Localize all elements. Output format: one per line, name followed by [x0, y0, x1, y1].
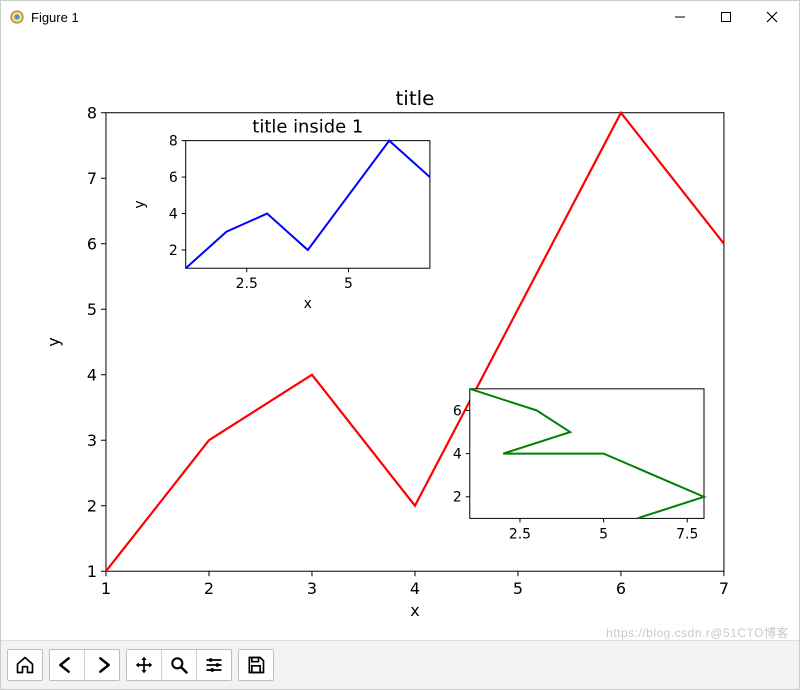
- svg-text:6: 6: [87, 234, 97, 253]
- forward-button[interactable]: [85, 650, 119, 680]
- svg-text:5: 5: [599, 526, 608, 542]
- window-icon: [9, 9, 25, 25]
- svg-text:4: 4: [169, 206, 178, 222]
- configure-subplots-button[interactable]: [197, 650, 231, 680]
- minimize-button[interactable]: [657, 1, 703, 33]
- svg-text:title inside 1: title inside 1: [252, 117, 363, 138]
- svg-text:8: 8: [169, 134, 178, 150]
- svg-text:7.5: 7.5: [676, 526, 698, 542]
- app-window: Figure 1 1 2 3 4 5 6 7 1 2 3 4 5 6 7 8 x y title 2.5 5 2 4 6 8 x…: [0, 0, 800, 690]
- window-title: Figure 1: [31, 10, 79, 25]
- svg-text:4: 4: [87, 365, 97, 384]
- svg-text:4: 4: [410, 579, 420, 598]
- svg-text:6: 6: [169, 170, 178, 186]
- svg-text:6: 6: [616, 579, 626, 598]
- save-button[interactable]: [239, 650, 273, 680]
- svg-text:5: 5: [87, 300, 97, 319]
- pan-button[interactable]: [127, 650, 162, 680]
- svg-text:2: 2: [204, 579, 214, 598]
- svg-text:2: 2: [169, 243, 178, 259]
- svg-text:2.5: 2.5: [236, 276, 258, 292]
- svg-text:2: 2: [87, 496, 97, 515]
- svg-text:3: 3: [307, 579, 317, 598]
- window-titlebar: Figure 1: [1, 1, 799, 33]
- svg-text:7: 7: [87, 169, 97, 188]
- window-controls: [657, 1, 795, 33]
- svg-text:1: 1: [87, 562, 97, 581]
- svg-text:5: 5: [344, 276, 353, 292]
- svg-text:y: y: [132, 200, 148, 208]
- svg-text:y: y: [44, 337, 63, 346]
- svg-text:2: 2: [453, 490, 462, 506]
- svg-text:x: x: [304, 296, 312, 312]
- matplotlib-toolbar: [1, 640, 799, 689]
- maximize-button[interactable]: [703, 1, 749, 33]
- svg-text:6: 6: [453, 403, 462, 419]
- home-button[interactable]: [8, 650, 42, 680]
- svg-text:2.5: 2.5: [509, 526, 531, 542]
- zoom-button[interactable]: [162, 650, 197, 680]
- svg-text:3: 3: [87, 431, 97, 450]
- back-button[interactable]: [50, 650, 85, 680]
- svg-text:title: title: [395, 87, 434, 110]
- svg-text:5: 5: [513, 579, 523, 598]
- figure-canvas[interactable]: 1 2 3 4 5 6 7 1 2 3 4 5 6 7 8 x y title 2.5 5 2 4 6 8 x y title in…: [1, 33, 799, 641]
- svg-text:4: 4: [453, 447, 462, 463]
- svg-text:x: x: [410, 601, 419, 620]
- svg-text:8: 8: [87, 103, 97, 122]
- svg-text:7: 7: [719, 579, 729, 598]
- svg-text:1: 1: [101, 579, 111, 598]
- close-button[interactable]: [749, 1, 795, 33]
